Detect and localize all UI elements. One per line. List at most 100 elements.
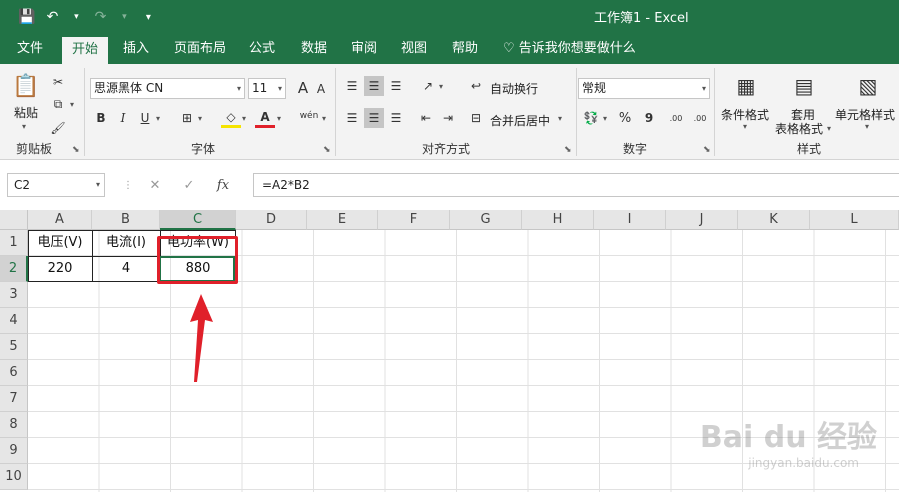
format-painter-icon[interactable]: 🖌 <box>48 118 68 138</box>
tab-page-layout[interactable]: 页面布局 <box>170 34 230 64</box>
font-name-select[interactable]: 思源黑体 CN ▾ <box>90 78 245 99</box>
chevron-down-icon[interactable]: ▾ <box>603 114 607 123</box>
conditional-formatting-icon[interactable]: ▦ <box>731 72 761 100</box>
cell-b2[interactable]: 4 <box>92 256 160 282</box>
borders-icon[interactable]: ⊞ <box>177 108 197 128</box>
paste-icon[interactable]: 📋 <box>12 72 40 100</box>
fill-color-icon[interactable]: ◇ <box>221 108 241 128</box>
row-header-7[interactable]: 7 <box>0 386 28 412</box>
merge-center-label[interactable]: 合并后居中 <box>490 112 550 129</box>
tab-help[interactable]: 帮助 <box>447 34 483 64</box>
column-header-e[interactable]: E <box>307 210 378 230</box>
decrease-indent-icon[interactable]: ⇤ <box>416 108 436 128</box>
cell-styles-icon[interactable]: ▧ <box>853 72 883 100</box>
chevron-down-icon[interactable]: ▾ <box>198 114 202 123</box>
tab-insert[interactable]: 插入 <box>118 34 154 64</box>
name-box[interactable]: C2 ▾ <box>7 173 105 197</box>
column-header-h[interactable]: H <box>522 210 594 230</box>
font-size-select[interactable]: 11 ▾ <box>248 78 286 99</box>
row-header-2[interactable]: 2 <box>0 256 28 282</box>
row-header-1[interactable]: 1 <box>0 230 28 256</box>
dialog-launcher-icon[interactable]: ⬊ <box>72 145 80 155</box>
cell-b1[interactable]: 电流(I) <box>92 230 160 256</box>
format-as-table-icon[interactable]: ▤ <box>789 72 819 100</box>
shrink-font-icon[interactable]: A <box>311 79 331 99</box>
underline-button[interactable]: U <box>135 108 155 128</box>
paste-label[interactable]: 粘贴 <box>14 104 38 121</box>
dialog-launcher-icon[interactable]: ⬊ <box>323 145 331 155</box>
column-header-g[interactable]: G <box>450 210 522 230</box>
tab-view[interactable]: 视图 <box>396 34 432 64</box>
chevron-down-icon[interactable]: ▾ <box>743 122 747 131</box>
bold-button[interactable]: B <box>91 108 111 128</box>
chevron-down-icon[interactable]: ▾ <box>439 82 443 91</box>
format-as-table-label-2[interactable]: 表格格式 <box>775 120 823 137</box>
save-icon[interactable]: 💾 <box>18 8 35 26</box>
tab-formulas[interactable]: 公式 <box>244 34 280 64</box>
tab-review[interactable]: 审阅 <box>346 34 382 64</box>
grow-font-icon[interactable]: A <box>293 78 313 98</box>
row-header-4[interactable]: 4 <box>0 308 28 334</box>
formula-input[interactable]: =A2*B2 <box>253 173 899 197</box>
align-center-icon[interactable]: ☰ <box>364 108 384 128</box>
row-header-3[interactable]: 3 <box>0 282 28 308</box>
column-header-d[interactable]: D <box>236 210 307 230</box>
column-header-b[interactable]: B <box>92 210 160 230</box>
row-header-5[interactable]: 5 <box>0 334 28 360</box>
number-format-select[interactable]: 常规 ▾ <box>578 78 710 99</box>
merge-center-icon[interactable]: ⊟ <box>466 108 486 128</box>
align-left-icon[interactable]: ☰ <box>342 108 362 128</box>
chevron-down-icon[interactable]: ▾ <box>827 124 831 133</box>
chevron-down-icon[interactable]: ▾ <box>242 114 246 123</box>
cut-icon[interactable]: ✂ <box>48 72 68 92</box>
chevron-down-icon[interactable]: ▾ <box>22 122 26 131</box>
chevron-down-icon[interactable]: ▾ <box>277 114 281 123</box>
redo-icon[interactable]: ↷ <box>93 8 107 26</box>
font-color-icon[interactable]: A <box>255 108 275 128</box>
tab-home[interactable]: 开始 <box>62 37 108 64</box>
tab-file[interactable]: 文件 <box>12 34 48 64</box>
chevron-down-icon[interactable]: ▾ <box>69 8 83 26</box>
italic-button[interactable]: I <box>113 108 133 128</box>
copy-icon[interactable]: ⧉ <box>48 94 68 114</box>
customize-qat-icon[interactable]: ▾ <box>141 8 155 26</box>
column-header-l[interactable]: L <box>810 210 899 230</box>
wrap-text-label[interactable]: 自动换行 <box>490 80 538 97</box>
align-middle-icon[interactable]: ☰ <box>364 76 384 96</box>
increase-decimal-icon[interactable]: .00 <box>665 108 687 128</box>
dialog-launcher-icon[interactable]: ⬊ <box>564 145 572 155</box>
chevron-down-icon[interactable]: ▾ <box>156 114 160 123</box>
row-header-8[interactable]: 8 <box>0 412 28 438</box>
cell-a1[interactable]: 电压(V) <box>28 230 92 256</box>
cell-a2[interactable]: 220 <box>28 256 92 282</box>
comma-style-icon[interactable]: 9 <box>639 108 659 128</box>
row-header-9[interactable]: 9 <box>0 438 28 464</box>
align-top-icon[interactable]: ☰ <box>342 76 362 96</box>
percent-icon[interactable]: % <box>615 108 635 128</box>
chevron-down-icon[interactable]: ▾ <box>865 122 869 131</box>
column-header-a[interactable]: A <box>28 210 92 230</box>
select-all-button[interactable] <box>0 210 28 230</box>
align-right-icon[interactable]: ☰ <box>386 108 406 128</box>
chevron-down-icon[interactable]: ▾ <box>117 8 131 26</box>
enter-icon[interactable]: ✓ <box>172 178 206 193</box>
insert-function-icon[interactable]: fx <box>206 178 240 193</box>
tab-data[interactable]: 数据 <box>296 34 332 64</box>
cell-styles-label[interactable]: 单元格样式 <box>835 106 895 123</box>
column-header-j[interactable]: J <box>666 210 738 230</box>
row-header-6[interactable]: 6 <box>0 360 28 386</box>
chevron-down-icon[interactable]: ▾ <box>558 114 562 123</box>
column-header-i[interactable]: I <box>594 210 666 230</box>
column-header-c[interactable]: C <box>160 210 236 230</box>
cancel-icon[interactable]: ✕ <box>138 178 172 193</box>
undo-icon[interactable]: ↶ <box>45 8 59 26</box>
phonetic-guide-icon[interactable]: wén <box>297 106 321 126</box>
column-header-k[interactable]: K <box>738 210 810 230</box>
chevron-down-icon[interactable]: ▾ <box>322 114 326 123</box>
orientation-icon[interactable]: ↗ <box>418 76 438 96</box>
decrease-decimal-icon[interactable]: .00 <box>689 108 711 128</box>
align-bottom-icon[interactable]: ☰ <box>386 76 406 96</box>
chevron-down-icon[interactable]: ▾ <box>70 100 74 109</box>
row-header-10[interactable]: 10 <box>0 464 28 490</box>
currency-icon[interactable]: 💱 <box>581 108 601 128</box>
